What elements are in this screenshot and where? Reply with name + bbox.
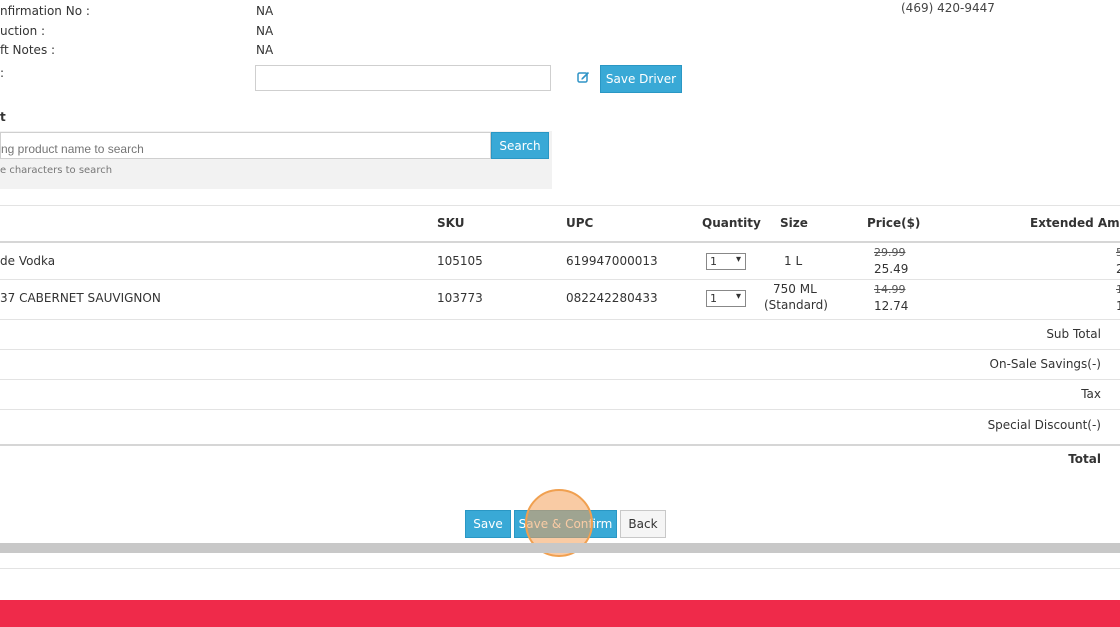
driver-label: : xyxy=(0,66,5,80)
confirmation-label: nfirmation No : xyxy=(0,4,90,18)
table-top-border xyxy=(0,205,1120,206)
row2-quantity-select[interactable]: 1 ▾ xyxy=(706,290,746,307)
footer-divider xyxy=(0,568,1120,569)
row-divider xyxy=(0,349,1120,350)
header-price: Price($) xyxy=(867,216,921,230)
save-driver-button[interactable]: Save Driver xyxy=(600,65,682,93)
row-divider xyxy=(0,279,1120,280)
divider-bar xyxy=(0,543,1120,553)
row2-price-new: 12.74 xyxy=(874,299,909,313)
footer-bar xyxy=(0,600,1120,627)
search-button[interactable]: Search xyxy=(491,132,549,159)
gift-notes-label: ft Notes : xyxy=(0,43,56,57)
row1-extended-new: 2 xyxy=(1116,262,1120,276)
search-hint: e characters to search xyxy=(0,165,113,176)
on-sale-savings-label: On-Sale Savings(-) xyxy=(989,357,1101,371)
row2-upc: 082242280433 xyxy=(566,291,658,305)
table-header-border xyxy=(0,241,1120,243)
save-button[interactable]: Save xyxy=(465,510,511,538)
header-quantity: Quantity xyxy=(702,216,761,230)
product-search-heading: t xyxy=(0,110,6,124)
row-divider xyxy=(0,379,1120,380)
edit-icon[interactable] xyxy=(577,71,590,84)
header-size: Size xyxy=(780,216,808,230)
row1-sku: 105105 xyxy=(437,254,483,268)
row1-product-name: de Vodka xyxy=(0,254,56,268)
chevron-down-icon: ▾ xyxy=(735,291,741,302)
row1-price-new: 25.49 xyxy=(874,262,909,276)
header-sku: SKU xyxy=(437,216,465,230)
row1-price-old: 29.99 xyxy=(874,246,906,259)
row2-size: 750 ML xyxy=(773,282,817,296)
total-label: Total xyxy=(1068,452,1101,466)
tax-label: Tax xyxy=(1081,387,1101,401)
header-upc: UPC xyxy=(566,216,594,230)
chevron-down-icon: ▾ xyxy=(735,254,741,265)
row1-extended-old: 5 xyxy=(1116,246,1120,259)
store-phone: (469) 420-9447 xyxy=(901,1,995,15)
sub-total-label: Sub Total xyxy=(1046,327,1101,341)
row1-quantity-value: 1 xyxy=(710,255,717,268)
row1-upc: 619947000013 xyxy=(566,254,658,268)
gift-notes-value: NA xyxy=(256,43,274,57)
row2-extended-new: 1 xyxy=(1116,299,1120,313)
confirmation-value: NA xyxy=(256,4,274,18)
instruction-label: uction : xyxy=(0,24,46,38)
row2-quantity-value: 1 xyxy=(710,292,717,305)
row1-size: 1 L xyxy=(784,254,803,268)
row-divider xyxy=(0,319,1120,320)
row2-extended-old: 1 xyxy=(1116,283,1120,296)
row-divider xyxy=(0,409,1120,410)
row-divider xyxy=(0,444,1120,446)
row1-quantity-select[interactable]: 1 ▾ xyxy=(706,253,746,270)
row2-product-name: 37 CABERNET SAUVIGNON xyxy=(0,291,161,305)
special-discount-label: Special Discount(-) xyxy=(987,418,1101,432)
row2-price-old: 14.99 xyxy=(874,283,906,296)
row2-sku: 103773 xyxy=(437,291,483,305)
product-search-input[interactable] xyxy=(0,132,491,159)
back-button[interactable]: Back xyxy=(620,510,666,538)
row2-size-note: (Standard) xyxy=(764,298,828,312)
driver-input[interactable] xyxy=(255,65,551,91)
header-extended-amount: Extended Amou xyxy=(1030,216,1120,230)
instruction-value: NA xyxy=(256,24,274,38)
